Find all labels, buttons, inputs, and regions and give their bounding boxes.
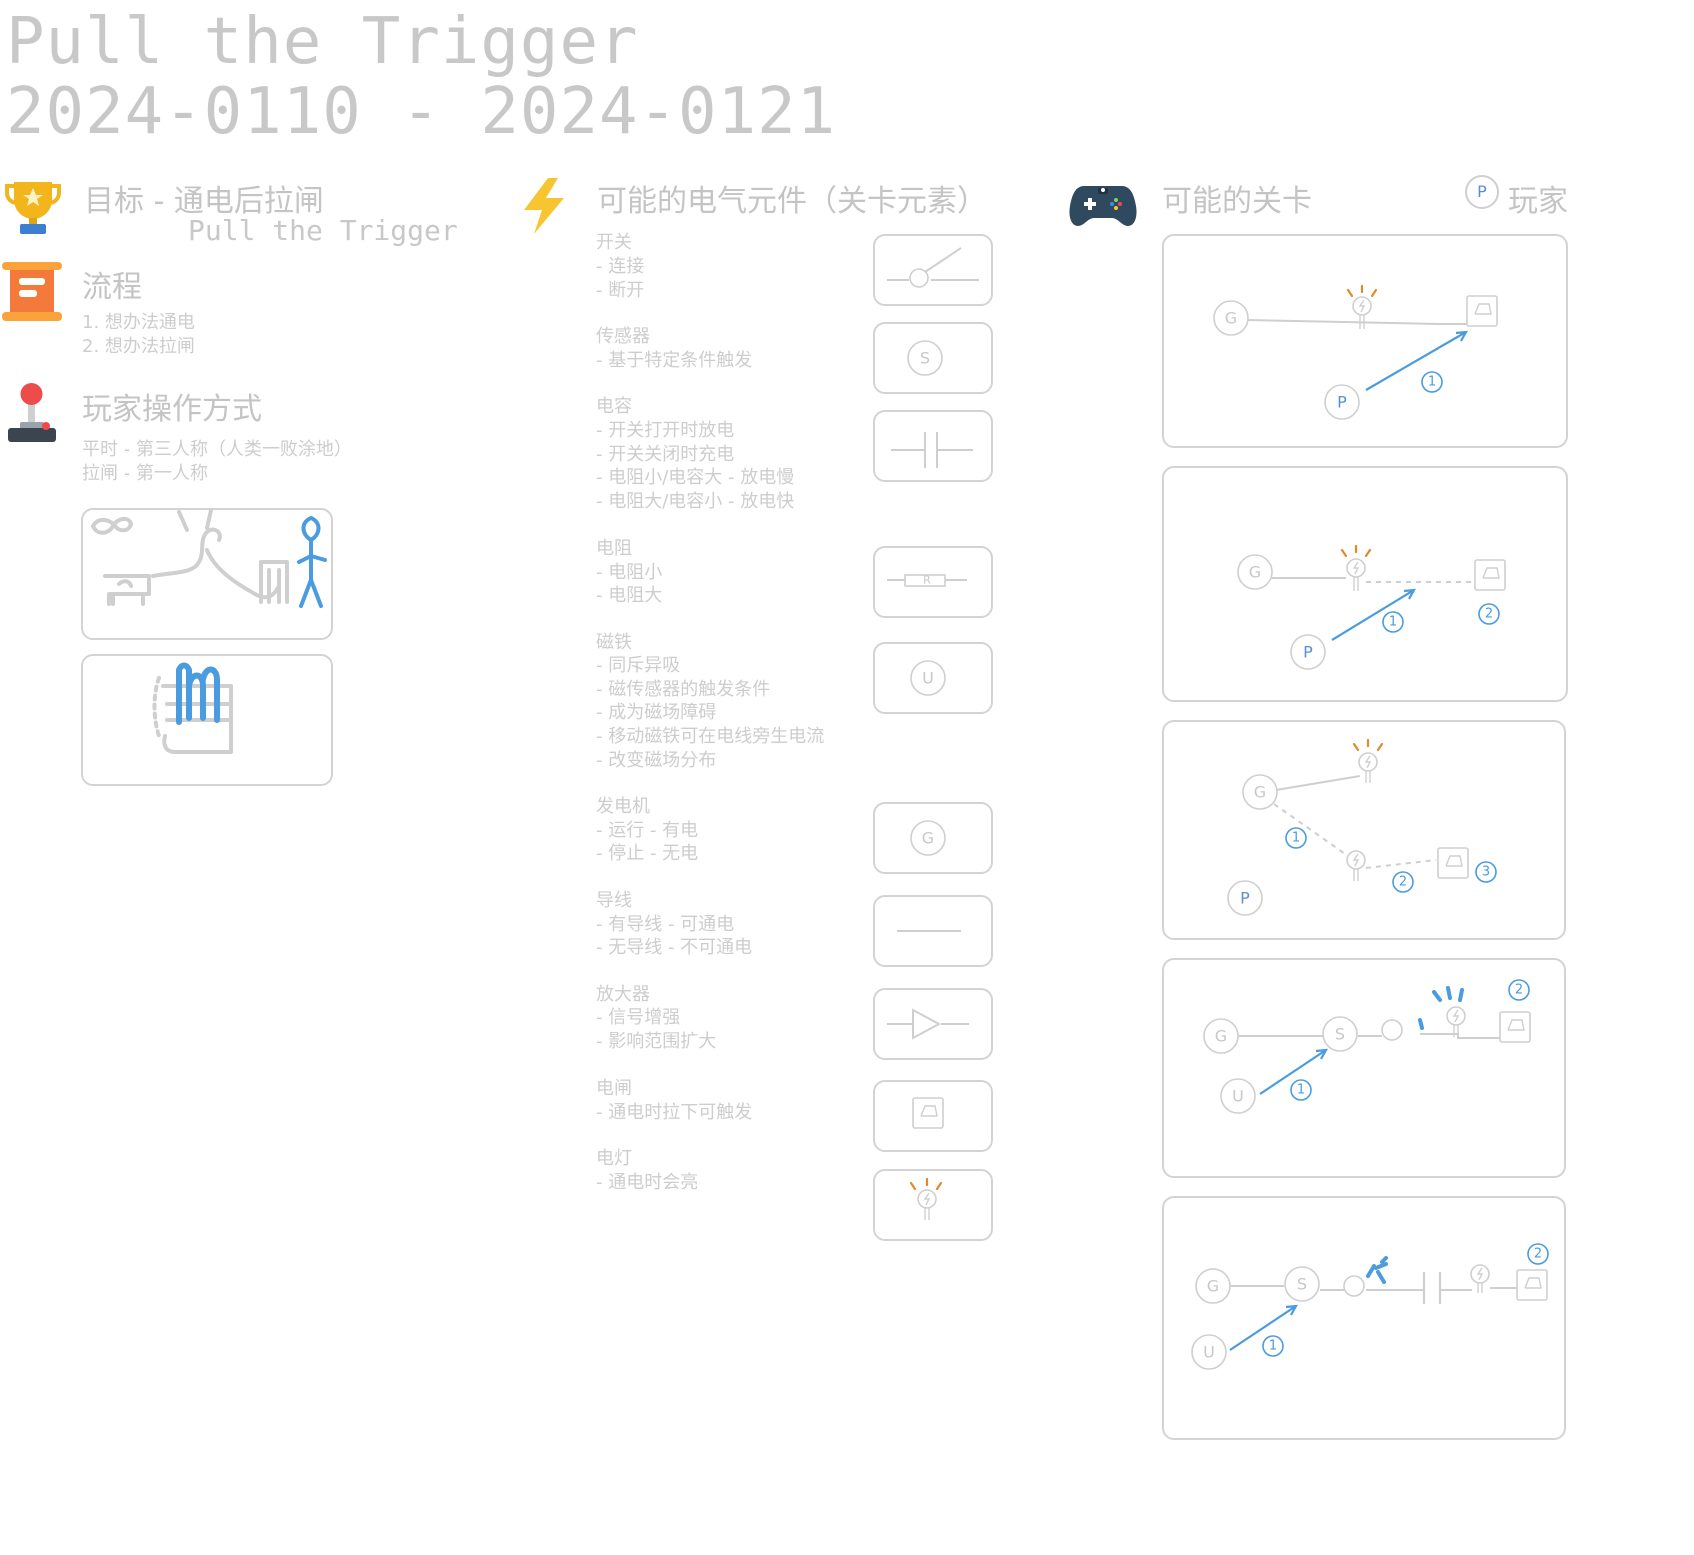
component-sensor-detail-1: - 基于特定条件触发 (596, 350, 753, 371)
flow-step-2: 2. 想办法拉闸 (82, 336, 195, 357)
component-switch-detail-1: - 连接 (596, 256, 645, 277)
component-capacitor-detail-4: - 电阻大/电容小 - 放电快 (596, 491, 795, 512)
level-5-magnet: U (1203, 1343, 1215, 1362)
first-person-drawing (152, 662, 233, 754)
components-heading: 可能的电气元件（关卡元素） (597, 184, 987, 219)
first-person-sketch (81, 654, 333, 786)
component-generator-name: 发电机 (596, 796, 650, 817)
magnet-symbol-card: U (873, 642, 993, 714)
svg-text:1: 1 (1428, 375, 1436, 390)
generator-symbol-label: G (922, 829, 934, 848)
level-3-card: G P 1 2 3 (1162, 720, 1566, 940)
component-lamp-name: 电灯 (596, 1148, 632, 1169)
sensor-symbol-card: S (873, 322, 993, 394)
level-5-sensor: S (1297, 1275, 1307, 1294)
level-2-player: P (1303, 643, 1313, 662)
player-legend-badge: P (1465, 175, 1499, 209)
trophy-icon (4, 176, 62, 238)
level-4-card: G S U 1 2 (1162, 958, 1566, 1178)
svg-text:2: 2 (1534, 1247, 1542, 1262)
svg-text:2: 2 (1399, 875, 1407, 890)
svg-text:1: 1 (1269, 1339, 1277, 1354)
generator-symbol-card: G (873, 802, 993, 874)
svg-text:2: 2 (1485, 607, 1493, 622)
component-capacitor-detail-3: - 电阻小/电容大 - 放电慢 (596, 467, 795, 488)
level-1-diagram: G P 1 (1213, 284, 1498, 420)
goal-subheading: Pull the Trigger (188, 214, 458, 247)
component-generator-detail-2: - 停止 - 无电 (596, 843, 699, 864)
sensor-symbol-label: S (920, 349, 930, 368)
level-4-magnet: U (1232, 1087, 1244, 1106)
component-switch-detail-2: - 断开 (596, 280, 645, 301)
player-legend-label: 玩家 (1508, 184, 1568, 219)
component-resistor-name: 电阻 (596, 538, 632, 559)
component-trigger-detail-1: - 通电时拉下可触发 (596, 1102, 753, 1123)
lightning-icon (520, 178, 568, 234)
level-2-generator: G (1249, 563, 1261, 582)
date-range: 2024-0110 - 2024-0121 (6, 75, 837, 149)
scroll-icon (2, 262, 62, 322)
component-amplifier-detail-1: - 信号增强 (596, 1007, 681, 1028)
component-wire-name: 导线 (596, 890, 632, 911)
level-5-card: G S U 1 2 (1162, 1196, 1566, 1440)
flow-step-1: 1. 想办法通电 (82, 312, 195, 333)
level-2-card: G P 1 2 (1162, 466, 1568, 702)
component-switch-name: 开关 (596, 232, 632, 253)
level-4-generator: G (1215, 1027, 1227, 1046)
component-magnet-detail-5: - 改变磁场分布 (596, 750, 717, 771)
svg-text:1: 1 (1292, 831, 1300, 846)
component-amplifier-detail-2: - 影响范围扩大 (596, 1031, 717, 1052)
component-capacitor-detail-1: - 开关打开时放电 (596, 420, 735, 441)
controls-heading: 玩家操作方式 (82, 392, 262, 427)
amplifier-symbol-card (873, 988, 993, 1060)
level-1-player: P (1337, 393, 1347, 412)
joystick-icon (8, 382, 56, 446)
component-resistor-detail-2: - 电阻大 (596, 585, 663, 606)
level-3-diagram: G P 1 2 3 (1227, 738, 1497, 916)
level-4-diagram: G S U 1 2 (1203, 979, 1531, 1114)
component-magnet-detail-4: - 移动磁铁可在电线旁生电流 (596, 726, 825, 747)
svg-text:3: 3 (1482, 865, 1490, 880)
component-magnet-detail-3: - 成为磁场障碍 (596, 702, 717, 723)
component-capacitor-name: 电容 (596, 396, 632, 417)
controls-line-1: 平时 - 第三人称（人类一败涂地） (82, 439, 352, 460)
level-3-player: P (1240, 889, 1250, 908)
svg-text:2: 2 (1515, 983, 1523, 998)
level-1-card: G P 1 (1162, 234, 1568, 448)
component-magnet-detail-1: - 同斥异吸 (596, 655, 681, 676)
resistor-symbol-card: R (873, 546, 993, 618)
component-lamp-detail-1: - 通电时会亮 (596, 1172, 699, 1193)
capacitor-symbol-card (873, 410, 993, 482)
page-title: Pull the Trigger (6, 5, 639, 79)
level-4-sensor: S (1335, 1025, 1345, 1044)
level-3-generator: G (1254, 783, 1266, 802)
svg-text:1: 1 (1389, 615, 1397, 630)
component-trigger-name: 电闸 (596, 1078, 632, 1099)
level-2-diagram: G P 1 2 (1237, 544, 1506, 670)
levels-heading: 可能的关卡 (1162, 184, 1312, 219)
lamp-symbol-card (873, 1169, 993, 1241)
level-1-generator: G (1225, 309, 1237, 328)
level-5-diagram: G S U 1 2 (1191, 1243, 1549, 1370)
svg-text:1: 1 (1297, 1083, 1305, 1098)
switch-symbol-card (873, 234, 993, 306)
level-5-generator: G (1207, 1277, 1219, 1296)
flow-heading: 流程 (82, 270, 142, 305)
component-sensor-name: 传感器 (596, 326, 650, 347)
wire-symbol-card (873, 895, 993, 967)
magnet-symbol-label: U (922, 669, 934, 688)
third-person-sketch (81, 508, 333, 640)
controls-line-2: 拉闸 - 第一人称 (82, 463, 208, 484)
trigger-symbol-card (873, 1080, 993, 1152)
third-person-drawing (91, 508, 327, 608)
resistor-symbol-label: R (923, 574, 931, 587)
gamepad-icon (1069, 180, 1137, 228)
component-wire-detail-2: - 无导线 - 不可通电 (596, 937, 753, 958)
